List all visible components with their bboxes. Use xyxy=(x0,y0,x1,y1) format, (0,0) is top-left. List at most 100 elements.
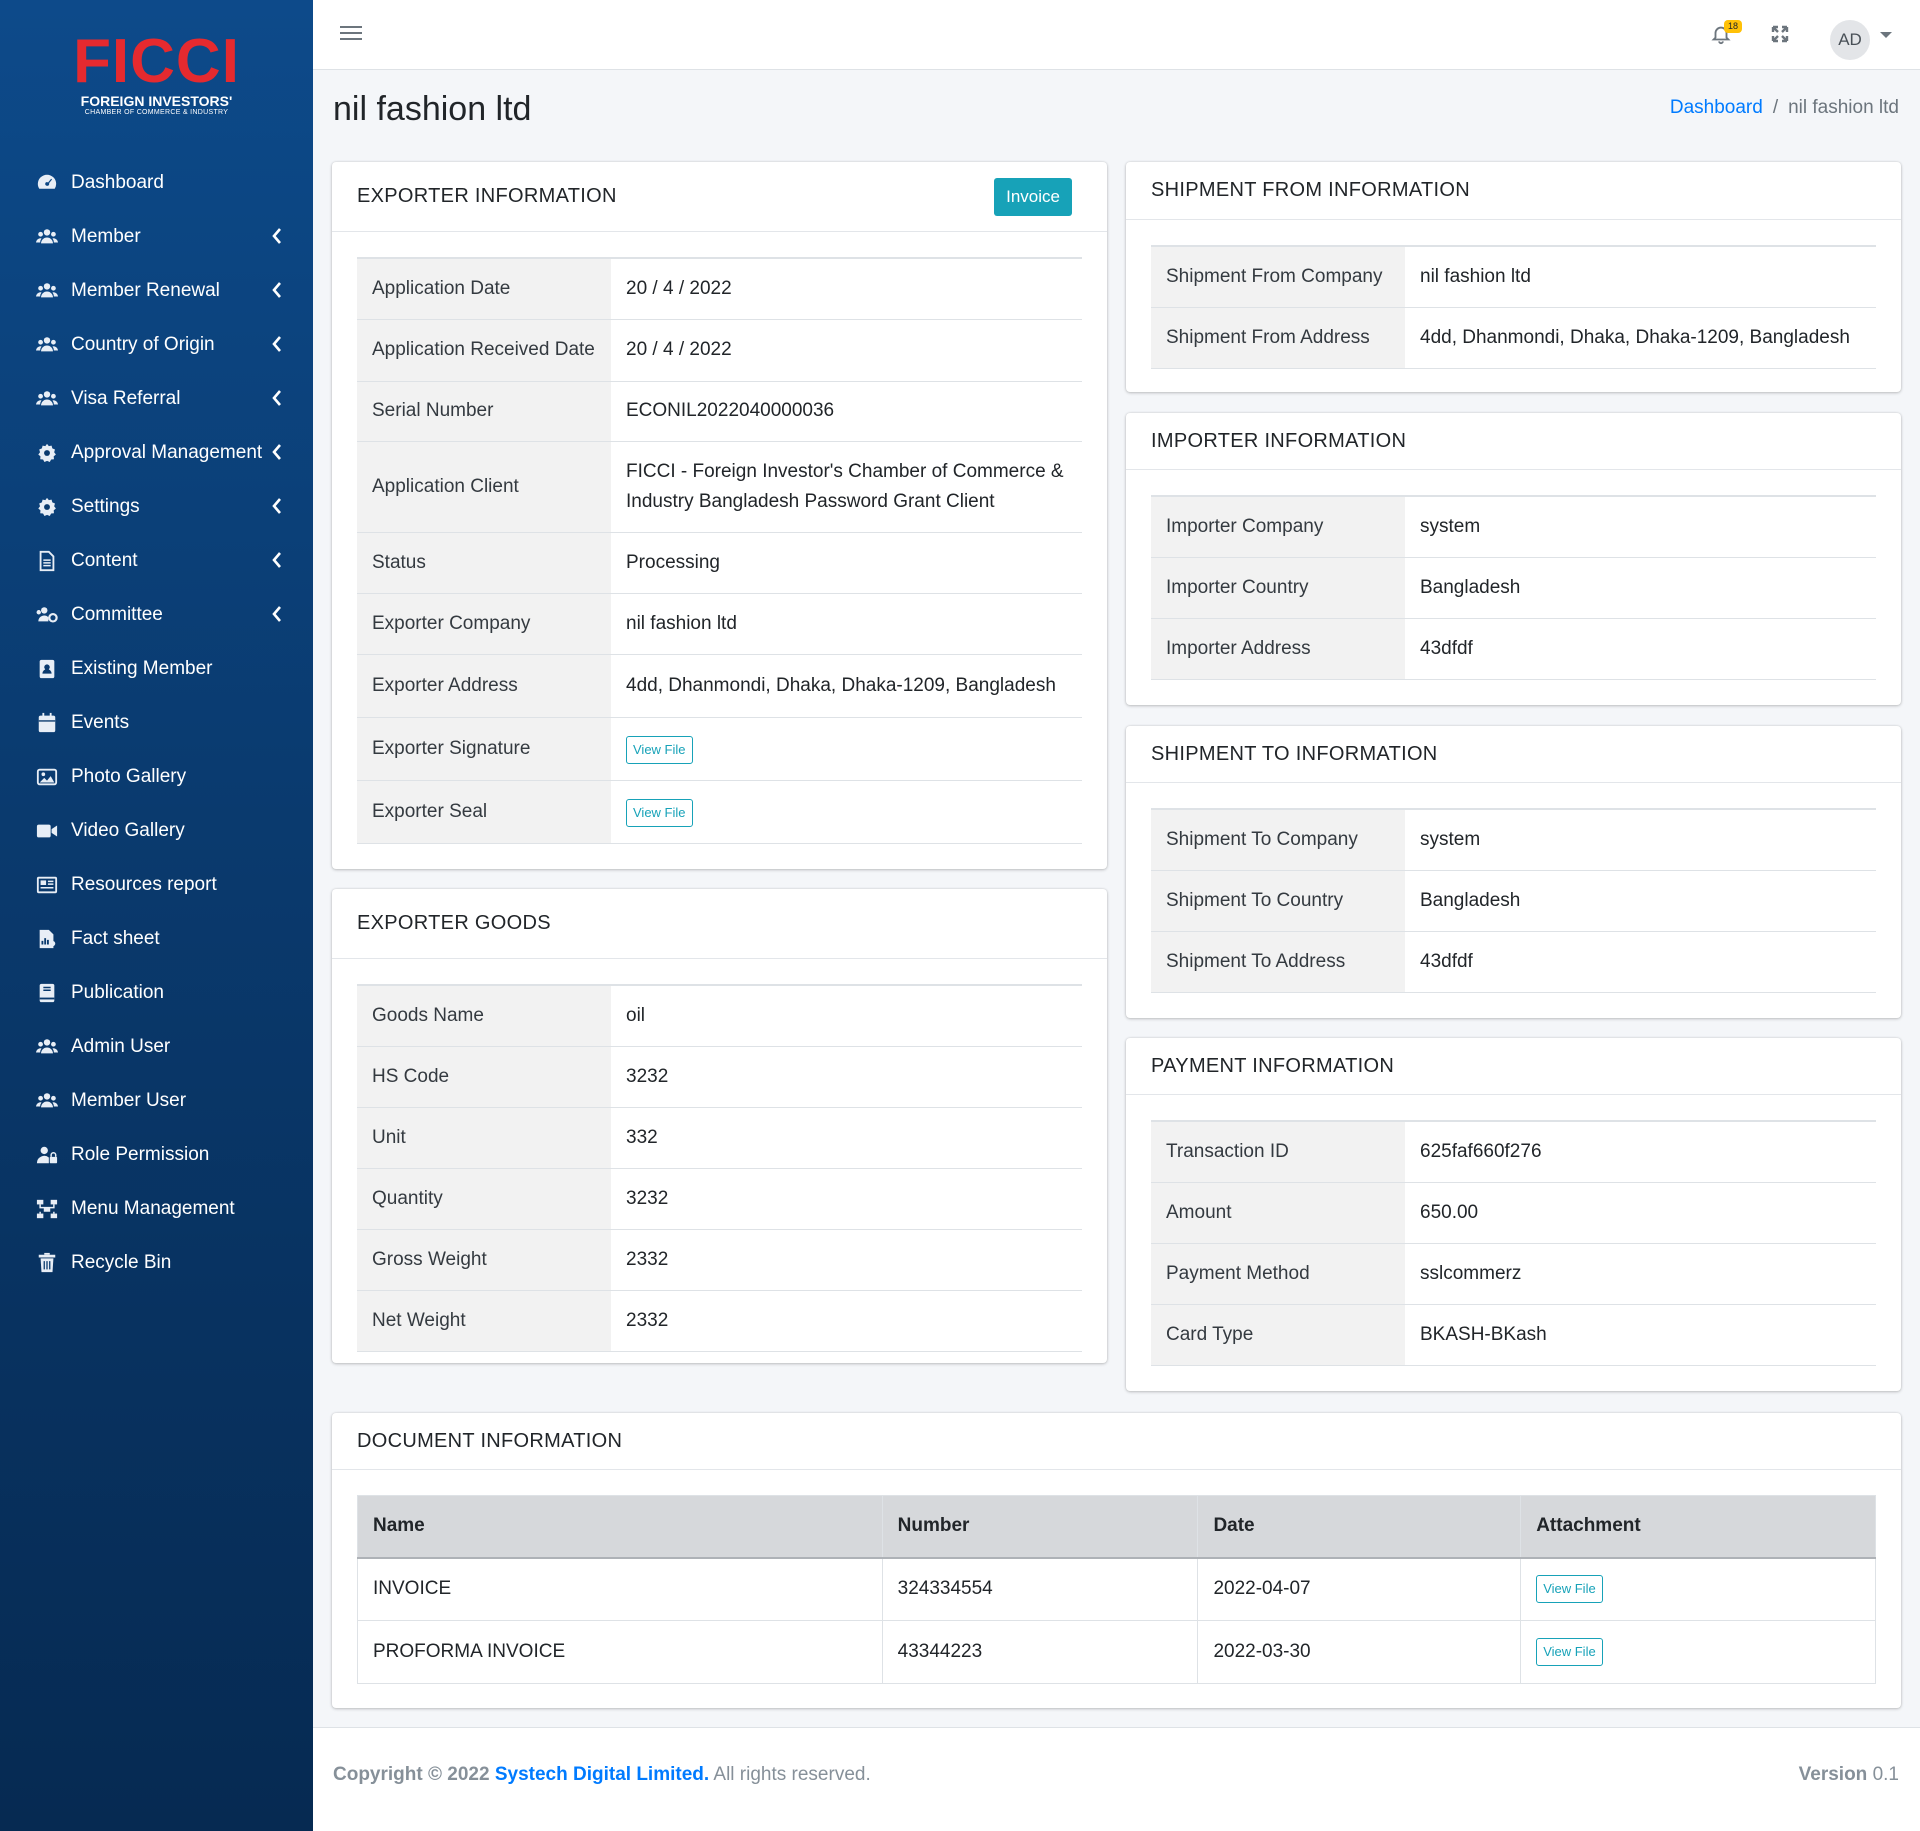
info-label: Amount xyxy=(1151,1182,1405,1244)
user-avatar[interactable]: AD xyxy=(1830,20,1870,60)
info-label: Shipment From Address xyxy=(1151,307,1405,369)
shipment-to-card: SHIPMENT TO INFORMATION Shipment To Comp… xyxy=(1126,726,1901,1018)
image-icon xyxy=(33,765,61,789)
gear-icon xyxy=(33,495,61,519)
info-row: Card Type BKASH-BKash xyxy=(1151,1304,1876,1366)
fullscreen-icon[interactable] xyxy=(1770,24,1792,46)
company-link[interactable]: Systech Digital Limited. xyxy=(495,1764,709,1785)
sidebar-item-committee[interactable]: Committee xyxy=(0,588,313,642)
card-title: SHIPMENT FROM INFORMATION xyxy=(1151,179,1470,201)
footer: Copyright © 2022 Systech Digital Limited… xyxy=(313,1727,1920,1831)
rights-text: All rights reserved. xyxy=(713,1764,871,1785)
document-name: PROFORMA INVOICE xyxy=(357,1620,883,1684)
dashboard-icon xyxy=(33,171,61,195)
document-number: 43344223 xyxy=(881,1620,1199,1684)
sidebar-item-resources-report[interactable]: Resources report xyxy=(0,858,313,912)
info-value: Processing xyxy=(611,532,1082,594)
sidebar-item-country-of-origin[interactable]: Country of Origin xyxy=(0,318,313,372)
breadcrumb-current: nil fashion ltd xyxy=(1788,97,1899,118)
address-book-icon xyxy=(33,657,61,681)
notification-bell-icon[interactable]: 18 xyxy=(1710,20,1743,48)
info-row: Gross Weight 2332 xyxy=(357,1229,1082,1291)
logo-text: FICCI xyxy=(73,27,240,96)
info-label: Exporter Company xyxy=(357,593,611,655)
table-row: PROFORMA INVOICE 43344223 2022-03-30 View F… xyxy=(357,1620,1876,1684)
info-value: ECONIL2022040000036 xyxy=(611,381,1082,442)
info-value: 2332 xyxy=(611,1290,1082,1352)
info-value-cell: View File xyxy=(611,717,1082,781)
documents-table: Name Number Date Attachment INVOICE 324334554… xyxy=(357,1495,1876,1684)
view-file-button[interactable]: View File xyxy=(1536,1638,1603,1666)
exporter-info-table: Application Date 20 / 4 / 2022 Application… xyxy=(357,257,1082,844)
sidebar-item-dashboard[interactable]: Dashboard xyxy=(0,156,313,210)
info-row: Shipment To Country Bangladesh xyxy=(1151,870,1876,932)
view-file-button[interactable]: View File xyxy=(626,735,693,764)
book-icon xyxy=(33,981,61,1005)
sidebar-item-label: Committee xyxy=(71,604,163,625)
info-row: Exporter Company nil fashion ltd xyxy=(357,593,1082,655)
info-label: Importer Address xyxy=(1151,618,1405,680)
chevron-left-icon[interactable] xyxy=(271,497,285,517)
sidebar-item-fact-sheet[interactable]: Fact sheet xyxy=(0,912,313,966)
view-file-button[interactable]: View File xyxy=(626,798,693,827)
sidebar-item-publication[interactable]: Publication xyxy=(0,966,313,1020)
sidebar-item-member-user[interactable]: Member User xyxy=(0,1074,313,1128)
sidebar-item-role-permission[interactable]: Role Permission xyxy=(0,1128,313,1182)
sidebar-item-label: Video Gallery xyxy=(71,820,185,841)
info-label: Application Date xyxy=(357,258,611,320)
info-label: Shipment To Country xyxy=(1151,870,1405,932)
exporter-information-card: EXPORTER INFORMATION Invoice Application… xyxy=(332,162,1107,869)
breadcrumb-dashboard-link[interactable]: Dashboard xyxy=(1670,97,1763,119)
table-header-row: Name Number Date Attachment xyxy=(357,1495,1876,1559)
sidebar-item-existing-member[interactable]: Existing Member xyxy=(0,642,313,696)
sidebar-item-label: Country of Origin xyxy=(71,334,215,355)
sidebar-item-menu-management[interactable]: Menu Management xyxy=(0,1182,313,1236)
sidebar-item-events[interactable]: Events xyxy=(0,696,313,750)
sidebar-item-admin-user[interactable]: Admin User xyxy=(0,1020,313,1074)
info-value: system xyxy=(1405,496,1876,558)
version-number: 0.1 xyxy=(1872,1764,1899,1785)
chevron-left-icon[interactable] xyxy=(271,443,285,463)
sidebar-item-content[interactable]: Content xyxy=(0,534,313,588)
sidebar-item-label: Member Renewal xyxy=(71,280,220,301)
card-title: EXPORTER INFORMATION xyxy=(357,185,617,207)
payment-information-card: PAYMENT INFORMATION Transaction ID 625faf… xyxy=(1126,1038,1901,1391)
info-value: 43dfdf xyxy=(1405,618,1876,680)
sidebar-item-video-gallery[interactable]: Video Gallery xyxy=(0,804,313,858)
sidebar-item-settings[interactable]: Settings xyxy=(0,480,313,534)
chevron-left-icon[interactable] xyxy=(271,605,285,625)
info-label: Serial Number xyxy=(357,381,611,442)
card-title: SHIPMENT TO INFORMATION xyxy=(1151,742,1438,765)
chevron-left-icon[interactable] xyxy=(271,389,285,409)
view-file-button[interactable]: View File xyxy=(1536,1575,1603,1604)
card-title: PAYMENT INFORMATION xyxy=(1151,1054,1395,1077)
card-title: IMPORTER INFORMATION xyxy=(1151,429,1407,452)
invoice-button[interactable]: Invoice xyxy=(994,178,1072,216)
chevron-left-icon[interactable] xyxy=(271,551,285,571)
info-label: Quantity xyxy=(357,1168,611,1230)
info-row: Goods Name oil xyxy=(357,985,1082,1047)
document-number: 324334554 xyxy=(881,1557,1199,1621)
sidebar-item-label: Admin User xyxy=(71,1036,171,1057)
sidebar-item-recycle-bin[interactable]: Recycle Bin xyxy=(0,1236,313,1290)
info-value: nil fashion ltd xyxy=(611,593,1082,655)
chevron-left-icon[interactable] xyxy=(271,227,285,247)
info-row: HS Code 3232 xyxy=(357,1046,1082,1108)
chevron-left-icon[interactable] xyxy=(271,335,285,355)
info-value: Bangladesh xyxy=(1405,557,1876,619)
info-row: Application Client FICCI - Foreign Invest… xyxy=(357,441,1082,533)
sidebar-item-visa-referral[interactable]: Visa Referral xyxy=(0,372,313,426)
menu-toggle-icon[interactable] xyxy=(340,23,362,45)
card-title: DOCUMENT INFORMATION xyxy=(357,1429,623,1452)
sidebar-item-label: Dashboard xyxy=(71,172,164,193)
chevron-left-icon[interactable] xyxy=(271,281,285,301)
sidebar-item-approval-management[interactable]: Approval Management xyxy=(0,426,313,480)
sidebar-item-member[interactable]: Member xyxy=(0,210,313,264)
sidebar-item-member-renewal[interactable]: Member Renewal xyxy=(0,264,313,318)
column-header: Date xyxy=(1197,1495,1522,1559)
info-row: Application Received Date 20 / 4 / 2022 xyxy=(357,319,1082,382)
sidebar-item-photo-gallery[interactable]: Photo Gallery xyxy=(0,750,313,804)
info-label: Gross Weight xyxy=(357,1229,611,1291)
ficci-logo[interactable]: FICCI FOREIGN INVESTORS' CHAMBER OF COMM… xyxy=(0,30,313,117)
user-menu-caret-icon[interactable] xyxy=(1880,32,1892,38)
